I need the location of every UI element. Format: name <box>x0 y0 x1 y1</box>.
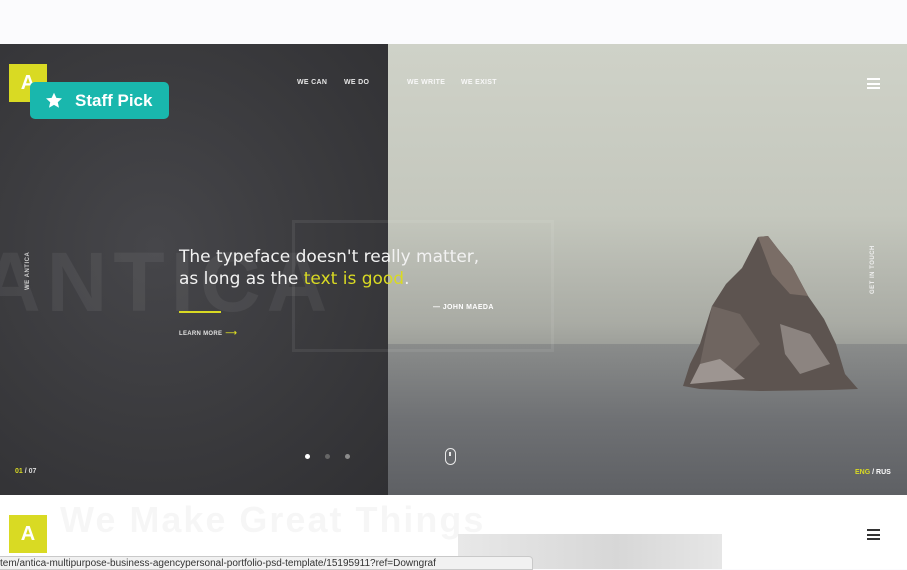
top-band <box>0 0 907 44</box>
accent-divider <box>179 311 221 313</box>
quote-author: — JOHN MAEDA <box>433 304 494 311</box>
status-bar-url: tem/antica-multipurpose-business-agencyp… <box>0 556 533 570</box>
slide-counter: 01 / 07 <box>15 468 36 475</box>
quote-line-2: as long as the text is good. <box>179 268 479 290</box>
logo-secondary[interactable]: A <box>9 515 47 553</box>
menu-icon-secondary[interactable] <box>867 529 880 540</box>
learn-more-link[interactable]: LEARN MORE ⟶ <box>179 328 237 337</box>
slider-dot[interactable] <box>325 454 330 459</box>
quote-line-1: The typeface doesn't really matter, <box>179 247 480 267</box>
quote-highlight: text is good <box>303 269 405 289</box>
lang-eng[interactable]: ENG <box>855 469 870 476</box>
slider-dot[interactable] <box>345 454 350 459</box>
nav-item-we-exist[interactable]: WE EXIST <box>461 79 497 86</box>
learn-more-label: LEARN MORE <box>179 331 223 337</box>
menu-icon[interactable] <box>867 78 880 89</box>
staff-pick-badge: Staff Pick <box>30 82 169 119</box>
nav-item-we-write[interactable]: WE WRITE <box>407 79 445 86</box>
language-switcher: ENG / RUS <box>855 469 891 476</box>
star-icon <box>46 92 62 108</box>
quote-line-2-end: . <box>404 269 410 289</box>
side-label-left: WE ANTICA <box>25 251 31 290</box>
get-in-touch-link[interactable]: GET IN TOUCH <box>870 245 876 294</box>
ghost-heading: We Make Great Things <box>60 499 485 541</box>
lang-rus[interactable]: RUS <box>876 469 891 476</box>
staff-pick-label: Staff Pick <box>75 90 153 110</box>
nav-item-we-do[interactable]: WE DO <box>344 79 369 86</box>
quote-line-2-start: as long as the <box>179 269 304 289</box>
slide-current: 01 <box>15 468 23 475</box>
scroll-mouse-icon[interactable] <box>445 448 456 465</box>
slide-total: 07 <box>28 468 37 475</box>
hero-quote: The typeface doesn't really matter, as l… <box>179 246 479 290</box>
slider-dot-active[interactable] <box>305 454 310 459</box>
nav-item-we-can[interactable]: WE CAN <box>297 79 327 86</box>
arrow-right-icon: ⟶ <box>225 328 238 337</box>
